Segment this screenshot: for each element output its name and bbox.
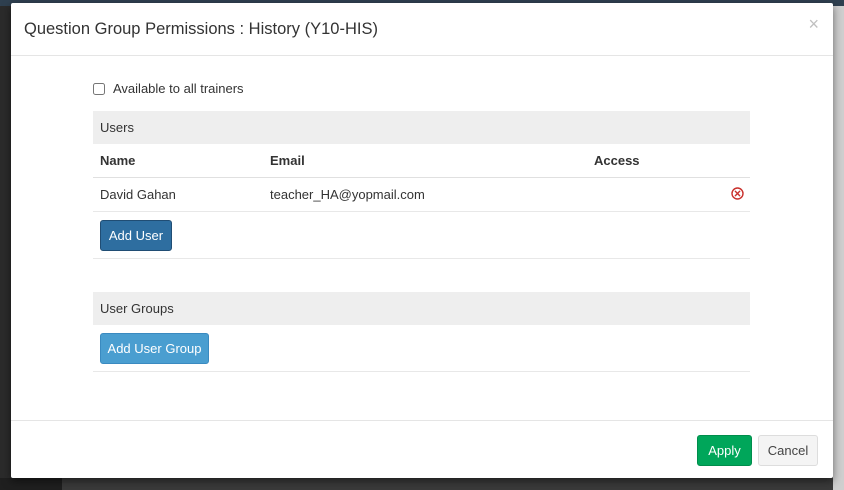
table-row: David Gahan teacher_HA@yopmail.com [93, 177, 750, 212]
column-header-access: Access [587, 144, 750, 178]
modal-body: Available to all trainers Users Name Ema… [11, 56, 833, 421]
apply-button[interactable]: Apply [697, 435, 752, 466]
add-user-group-row: Add User Group [93, 325, 750, 372]
modal-header: Question Group Permissions : History (Y1… [11, 3, 833, 56]
user-groups-panel: User Groups Add User Group [93, 292, 750, 372]
users-table-header: Name Email Access [93, 144, 750, 178]
modal-title: Question Group Permissions : History (Y1… [24, 20, 378, 38]
column-header-name: Name [93, 144, 263, 178]
cancel-button[interactable]: Cancel [758, 435, 818, 466]
user-groups-panel-heading: User Groups [93, 292, 750, 325]
available-to-all-label: Available to all trainers [113, 81, 244, 96]
add-user-button[interactable]: Add User [100, 220, 172, 251]
available-to-all-checkbox-row[interactable]: Available to all trainers [93, 81, 244, 96]
user-name-cell: David Gahan [93, 177, 263, 212]
users-table: Name Email Access David Gahan teacher_HA… [93, 144, 750, 212]
background-bottom-edge [0, 478, 62, 490]
background-right-edge [833, 6, 844, 490]
add-user-row: Add User [93, 212, 750, 259]
users-panel: Users Name Email Access David Gahan teac… [93, 111, 750, 259]
available-to-all-checkbox[interactable] [93, 82, 105, 95]
modal-footer: Apply Cancel [11, 421, 833, 478]
permissions-modal: Question Group Permissions : History (Y1… [11, 3, 833, 478]
remove-circle-icon[interactable] [731, 186, 744, 200]
close-button[interactable]: × [808, 15, 819, 33]
user-email-cell: teacher_HA@yopmail.com [263, 177, 587, 212]
column-header-email: Email [263, 144, 587, 178]
user-access-cell [587, 177, 750, 212]
users-panel-heading: Users [93, 111, 750, 144]
add-user-group-button[interactable]: Add User Group [100, 333, 209, 364]
